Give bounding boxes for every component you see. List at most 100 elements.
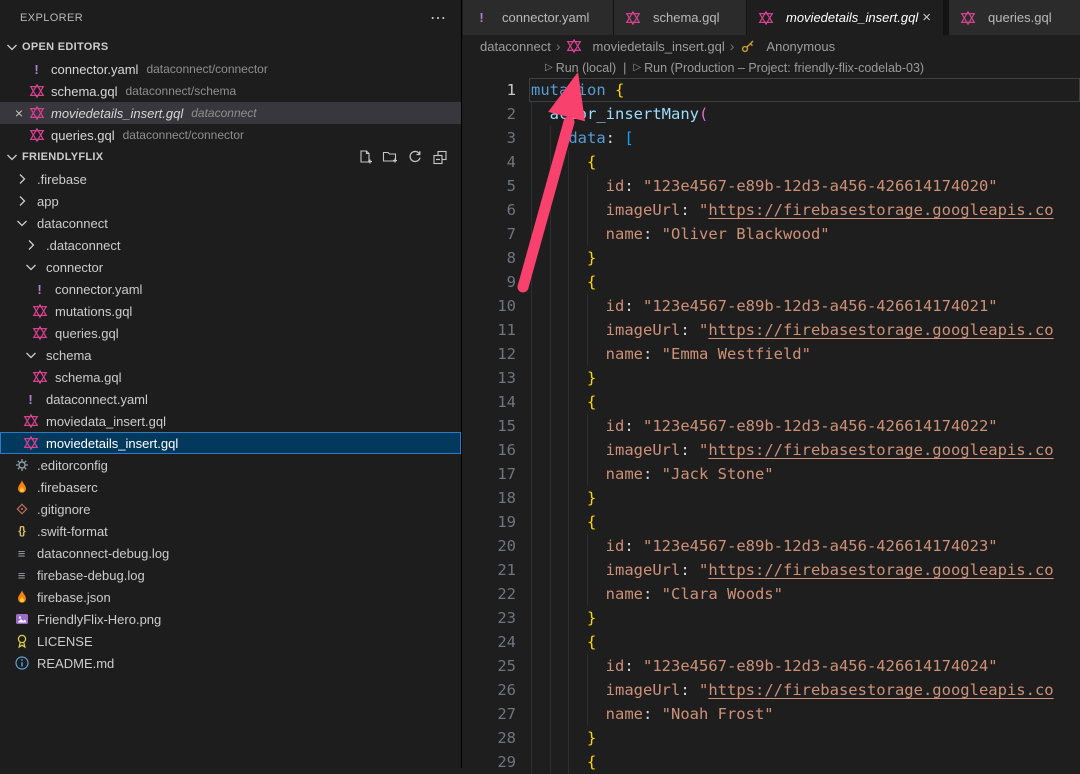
- code-line[interactable]: 17 name: "Jack Stone": [463, 462, 1080, 486]
- open-editor-description: dataconnect: [191, 106, 256, 120]
- open-editor-item[interactable]: !connector.yamldataconnect/connector: [0, 58, 461, 80]
- code-segment: imageUrl: [606, 321, 681, 339]
- tree-item-dataconnect[interactable]: dataconnect: [0, 212, 461, 234]
- tree-item-readme-md[interactable]: README.md: [0, 652, 461, 674]
- code-line[interactable]: 7 name: "Oliver Blackwood": [463, 222, 1080, 246]
- close-icon[interactable]: ×: [10, 105, 28, 121]
- code-line[interactable]: 5 id: "123e4567-e89b-12d3-a456-426614174…: [463, 174, 1080, 198]
- code-line[interactable]: 16 imageUrl: "https://firebasestorage.go…: [463, 438, 1080, 462]
- new-folder-button[interactable]: [381, 148, 399, 166]
- code-line[interactable]: 13 }: [463, 366, 1080, 390]
- open-editor-item[interactable]: schema.gqldataconnect/schema: [0, 80, 461, 102]
- tree-item-schema-gql[interactable]: schema.gql: [0, 366, 461, 388]
- new-file-button[interactable]: [356, 148, 374, 166]
- tree-item-dataconnect-debug-log[interactable]: ≡dataconnect-debug.log: [0, 542, 461, 564]
- indent-guide: [568, 702, 569, 726]
- code-segment: ": [699, 441, 708, 459]
- tree-item--firebaserc[interactable]: .firebaserc: [0, 476, 461, 498]
- indent-guide: [531, 702, 532, 726]
- code-line[interactable]: 4 {: [463, 150, 1080, 174]
- indent-guide: [568, 222, 569, 246]
- code-text: }: [531, 246, 1080, 270]
- code-area[interactable]: 1mutation {2 actor_insertMany(3 data: [4…: [463, 78, 1080, 774]
- indent-guide: [550, 366, 551, 390]
- tree-item-connector[interactable]: connector: [0, 256, 461, 278]
- code-line[interactable]: 8 }: [463, 246, 1080, 270]
- code-line[interactable]: 11 imageUrl: "https://firebasestorage.go…: [463, 318, 1080, 342]
- tree-item-license[interactable]: LICENSE: [0, 630, 461, 652]
- tab-schema-gql[interactable]: schema.gql: [614, 0, 746, 35]
- code-line[interactable]: 1mutation {: [463, 78, 1080, 102]
- code-segment: {: [587, 753, 596, 771]
- workspace-title: FRIENDLYFLIX: [22, 151, 103, 163]
- tree-item-schema[interactable]: schema: [0, 344, 461, 366]
- tree-item--dataconnect[interactable]: .dataconnect: [0, 234, 461, 256]
- code-text: {: [531, 270, 1080, 294]
- code-line[interactable]: 29 {: [463, 750, 1080, 774]
- tree-item--firebase[interactable]: .firebase: [0, 168, 461, 190]
- code-line[interactable]: 2 actor_insertMany(: [463, 102, 1080, 126]
- code-text: }: [531, 726, 1080, 750]
- breadcrumb-item[interactable]: Anonymous: [739, 38, 835, 54]
- code-line[interactable]: 21 imageUrl: "https://firebasestorage.go…: [463, 558, 1080, 582]
- tree-item-moviedata-insert-gql[interactable]: moviedata_insert.gql: [0, 410, 461, 432]
- collapse-all-button[interactable]: [431, 148, 449, 166]
- code-text: imageUrl: "https://firebasestorage.googl…: [531, 318, 1080, 342]
- open-editors-header[interactable]: OPEN EDITORS: [0, 36, 461, 58]
- tree-item-queries-gql[interactable]: queries.gql: [0, 322, 461, 344]
- code-line[interactable]: 14 {: [463, 390, 1080, 414]
- code-text: id: "123e4567-e89b-12d3-a456-42661417402…: [531, 414, 1080, 438]
- code-line[interactable]: 26 imageUrl: "https://firebasestorage.go…: [463, 678, 1080, 702]
- code-line[interactable]: 22 name: "Clara Woods": [463, 582, 1080, 606]
- tree-item--gitignore[interactable]: .gitignore: [0, 498, 461, 520]
- open-editor-item[interactable]: queries.gqldataconnect/connector: [0, 124, 461, 146]
- close-icon[interactable]: ×: [920, 9, 933, 26]
- tab-connector-yaml[interactable]: !connector.yaml: [463, 0, 613, 35]
- code-text: }: [531, 366, 1080, 390]
- code-line[interactable]: 27 name: "Noah Frost": [463, 702, 1080, 726]
- more-actions-icon[interactable]: ⋯: [430, 8, 447, 28]
- tree-item-mutations-gql[interactable]: mutations.gql: [0, 300, 461, 322]
- run-local-link[interactable]: Run (local): [556, 61, 616, 75]
- indent-guide: [587, 318, 588, 342]
- breadcrumb-item[interactable]: moviedetails_insert.gql: [566, 38, 725, 54]
- code-line[interactable]: 12 name: "Emma Westfield": [463, 342, 1080, 366]
- tab-moviedetails-insert-gql[interactable]: moviedetails_insert.gql×: [747, 0, 943, 35]
- tree-item-app[interactable]: app: [0, 190, 461, 212]
- tab-queries-gql[interactable]: queries.gql: [949, 0, 1080, 35]
- code-line[interactable]: 15 id: "123e4567-e89b-12d3-a456-42661417…: [463, 414, 1080, 438]
- code-line[interactable]: 9 {: [463, 270, 1080, 294]
- tree-item-firebase-debug-log[interactable]: ≡firebase-debug.log: [0, 564, 461, 586]
- run-production-link[interactable]: Run (Production – Project: friendly-flix…: [644, 61, 924, 75]
- code-line[interactable]: 19 {: [463, 510, 1080, 534]
- code-line[interactable]: 18 }: [463, 486, 1080, 510]
- tree-item--swift-format[interactable]: {}.swift-format: [0, 520, 461, 542]
- refresh-button[interactable]: [406, 148, 424, 166]
- code-line[interactable]: 23 }: [463, 606, 1080, 630]
- code-segment: name: [606, 225, 643, 243]
- code-line[interactable]: 28 }: [463, 726, 1080, 750]
- code-line[interactable]: 6 imageUrl: "https://firebasestorage.goo…: [463, 198, 1080, 222]
- breadcrumb-item[interactable]: dataconnect: [480, 39, 551, 54]
- workspace-header[interactable]: FRIENDLYFLIX: [0, 146, 461, 168]
- tree-item-moviedetails-insert-gql[interactable]: moviedetails_insert.gql: [0, 432, 461, 454]
- code-segment: [531, 609, 587, 627]
- code-line[interactable]: 24 {: [463, 630, 1080, 654]
- indent-guide: [531, 606, 532, 630]
- open-editor-item[interactable]: × moviedetails_insert.gqldataconnect: [0, 102, 461, 124]
- indent-guide: [587, 198, 588, 222]
- code-line[interactable]: 20 id: "123e4567-e89b-12d3-a456-42661417…: [463, 534, 1080, 558]
- tree-item-dataconnect-yaml[interactable]: !dataconnect.yaml: [0, 388, 461, 410]
- indent-guide: [531, 438, 532, 462]
- tree-item-firebase-json[interactable]: firebase.json: [0, 586, 461, 608]
- code-line[interactable]: 25 id: "123e4567-e89b-12d3-a456-42661417…: [463, 654, 1080, 678]
- tree-item-connector-yaml[interactable]: !connector.yaml: [0, 278, 461, 300]
- indent-guide: [587, 582, 588, 606]
- tree-item-friendlyflix-hero-png[interactable]: FriendlyFlix-Hero.png: [0, 608, 461, 630]
- code-line[interactable]: 3 data: [: [463, 126, 1080, 150]
- tree-item--editorconfig[interactable]: .editorconfig: [0, 454, 461, 476]
- code-line[interactable]: 10 id: "123e4567-e89b-12d3-a456-42661417…: [463, 294, 1080, 318]
- code-segment: }: [587, 489, 596, 507]
- indent-guide: [568, 342, 569, 366]
- indent-guide: [531, 726, 532, 750]
